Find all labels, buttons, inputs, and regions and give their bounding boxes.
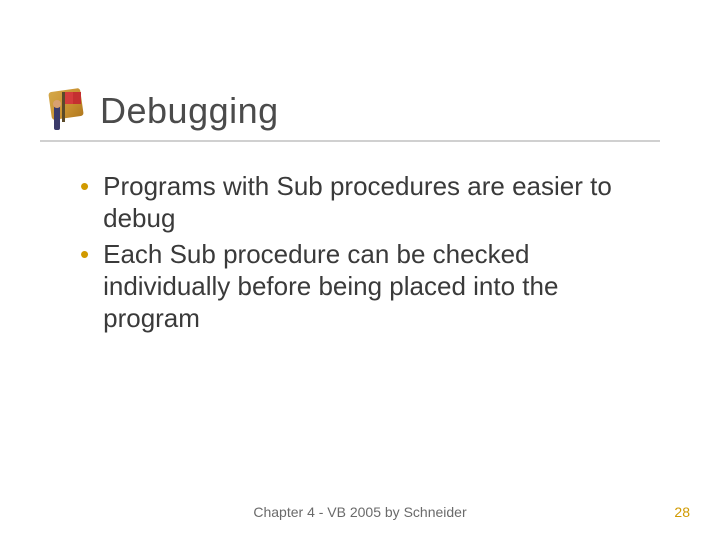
flag-icon	[62, 92, 65, 122]
bullet-list: • Programs with Sub procedures are easie…	[80, 170, 640, 338]
title-underline	[40, 140, 660, 142]
slide-icon	[48, 86, 88, 136]
slide-title: Debugging	[100, 90, 279, 132]
bullet-text: Programs with Sub procedures are easier …	[103, 170, 640, 234]
list-item: • Each Sub procedure can be checked indi…	[80, 238, 640, 334]
bullet-dot-icon: •	[80, 238, 89, 270]
list-item: • Programs with Sub procedures are easie…	[80, 170, 640, 234]
footer-text: Chapter 4 - VB 2005 by Schneider	[0, 504, 720, 520]
bullet-text: Each Sub procedure can be checked indivi…	[103, 238, 640, 334]
slide: Debugging • Programs with Sub procedures…	[0, 0, 720, 540]
page-number: 28	[674, 504, 690, 520]
person-icon	[54, 106, 60, 130]
bullet-dot-icon: •	[80, 170, 89, 202]
